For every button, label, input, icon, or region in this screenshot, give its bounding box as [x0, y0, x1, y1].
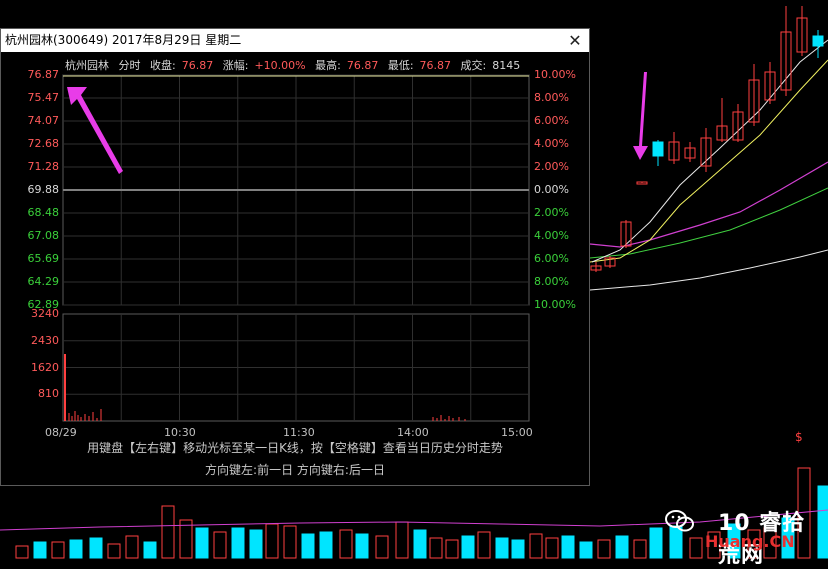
volume-bar	[445, 539, 459, 559]
price-tick-label: 67.08	[27, 229, 60, 242]
price-tick-label: 76.87	[27, 68, 60, 81]
price-tick-label: 72.68	[27, 137, 60, 150]
annotation-arrow-icon	[67, 87, 123, 174]
volume-bar	[545, 537, 559, 559]
volume-bar	[319, 531, 333, 559]
volume-bar	[107, 543, 121, 559]
volume-bar	[461, 535, 475, 559]
volume-bar	[69, 539, 83, 559]
volume-bar	[477, 531, 491, 559]
volume-bar	[213, 531, 227, 559]
watermark-domain: Huang.CN	[705, 532, 795, 551]
time-tick-label: 14:00	[397, 426, 429, 439]
ma-line-long	[589, 249, 828, 291]
percent-tick-label: 2.00%	[534, 206, 569, 219]
volume-bar	[429, 537, 443, 559]
candle-body	[652, 141, 664, 157]
dollar-marker: $	[795, 430, 803, 444]
ma-line-white	[591, 39, 828, 263]
volume-bar	[633, 539, 647, 559]
percent-tick-label: 4.00%	[534, 229, 569, 242]
volume-tick-label: 810	[38, 387, 59, 401]
volume-bar	[143, 541, 157, 559]
volume-bar	[283, 525, 297, 559]
volume-bar	[649, 527, 663, 559]
volume-tick-label: 3240	[31, 307, 59, 320]
percent-tick-label: 6.00%	[534, 114, 569, 127]
volume-ma-line	[0, 509, 828, 531]
volume-bar	[597, 539, 611, 559]
percent-tick-label: 10.00%	[534, 298, 576, 311]
volume-bar	[413, 529, 427, 559]
percent-tick-label: 10.00%	[534, 68, 576, 81]
intraday-popup: 杭州园林(300649) 2017年8月29日 星期二 ✕ 杭州园林 分时 收盘…	[0, 28, 590, 486]
volume-bar	[689, 537, 703, 559]
volume-bar	[579, 541, 593, 559]
time-tick-label: 08/29	[45, 426, 77, 439]
volume-bar	[301, 533, 315, 559]
volume-bar	[89, 537, 103, 559]
volume-bar	[561, 535, 575, 559]
price-tick-label: 65.69	[27, 252, 60, 265]
percent-tick-label: 0.00%	[534, 183, 569, 196]
intraday-chart	[62, 74, 530, 422]
volume-bar	[375, 535, 389, 559]
volume-bar	[355, 533, 369, 559]
volume-tick-label: 2430	[31, 333, 59, 347]
volume-bar	[395, 521, 409, 559]
volume-bar	[495, 537, 509, 559]
annotation-arrow-icon	[633, 72, 648, 160]
volume-bar	[615, 535, 629, 559]
time-tick-label: 15:00	[501, 426, 533, 439]
volume-bar	[339, 529, 353, 559]
price-tick-label: 69.88	[27, 183, 60, 196]
price-tick-label: 71.28	[27, 160, 60, 173]
percent-tick-label: 8.00%	[534, 275, 569, 288]
percent-tick-label: 2.00%	[534, 160, 569, 173]
time-tick-label: 10:30	[164, 426, 196, 439]
candle-body	[812, 35, 824, 47]
volume-bar	[231, 527, 245, 559]
percent-tick-label: 4.00%	[534, 137, 569, 150]
volume-bar	[195, 527, 209, 559]
volume-bar	[33, 541, 47, 559]
volume-bar	[51, 541, 65, 559]
price-tick-label: 64.29	[27, 275, 60, 288]
volume-bar	[161, 505, 175, 559]
price-tick-label: 68.48	[27, 206, 60, 219]
volume-bar	[529, 533, 543, 559]
keyboard-hint: 用键盘【左右键】移动光标至某一日K线，按【空格键】查看当日历史分时走势	[87, 441, 503, 455]
volume-tick-label: 1620	[31, 360, 59, 374]
percent-tick-label: 6.00%	[534, 252, 569, 265]
volume-bar	[511, 539, 525, 559]
volume-bar	[249, 529, 263, 559]
price-tick-label: 75.47	[27, 91, 60, 104]
percent-tick-label: 8.00%	[534, 91, 569, 104]
volume-bar	[265, 523, 279, 559]
volume-bar	[125, 535, 139, 559]
direction-hint: 方向键左:前一日 方向键右:后一日	[205, 463, 385, 477]
time-tick-label: 11:30	[283, 426, 315, 439]
price-tick-label: 74.07	[27, 114, 60, 127]
wechat-icon	[665, 510, 694, 532]
volume-bar	[15, 545, 29, 559]
